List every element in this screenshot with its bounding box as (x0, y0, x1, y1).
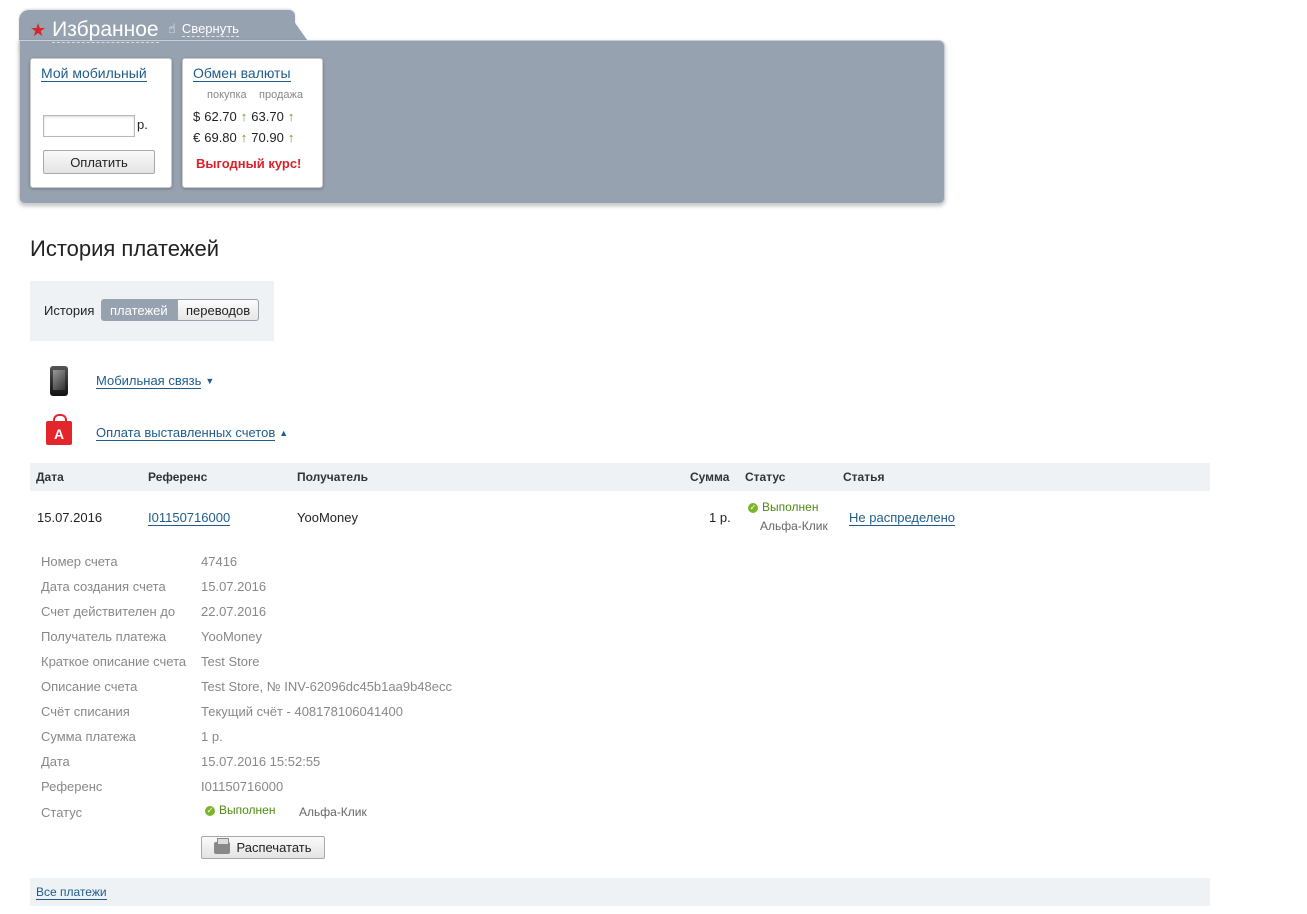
detail-value: 15.07.2016 15:52:55 (201, 754, 321, 769)
currency-exchange-link[interactable]: Обмен валюты (193, 65, 291, 82)
col-status: Статус (745, 470, 786, 484)
currency-symbol: € (193, 130, 201, 145)
detail-value: Текущий счёт - 408178106041400 (201, 704, 403, 719)
amount-input[interactable] (43, 115, 135, 137)
arrow-up-icon: ↑ (240, 130, 248, 145)
category-invoices-label[interactable]: Оплата выставленных счетов (96, 425, 276, 441)
phone-icon (50, 366, 68, 396)
row-status-label: Выполнен (762, 500, 819, 514)
tab-transfers[interactable]: переводов (177, 299, 260, 321)
fx-row-usd: $ 62.70 ↑ 63.70 ↑ (193, 109, 294, 124)
buy-rate: 69.80 (204, 130, 237, 145)
table-header: Дата Референс Получатель Сумма Статус Ст… (30, 463, 1210, 491)
detail-label: Счёт списания (41, 704, 130, 719)
collapse-label: Свернуть (181, 21, 239, 37)
category-invoices[interactable]: A Оплата выставленных счетов ▲ (46, 414, 289, 445)
pay-button[interactable]: Оплатить (43, 150, 155, 174)
row-status: ✓ Выполнен (748, 500, 818, 514)
detail-label: Номер счета (41, 554, 118, 569)
fx-promo: Выгодный курс! (196, 156, 302, 171)
fx-row-eur: € 69.80 ↑ 70.90 ↑ (193, 130, 294, 145)
row-recipient: YooMoney (297, 510, 358, 525)
detail-value: 22.07.2016 (201, 604, 267, 619)
sell-rate: 63.70 (251, 109, 284, 124)
chevron-down-icon: ▼ (205, 376, 215, 386)
category-mobile[interactable]: Мобильная связь ▼ (46, 366, 214, 396)
detail-value: I01150716000 (201, 779, 284, 794)
table-row[interactable]: 15.07.2016 I01150716000 YooMoney 1 р. ✓ В… (30, 492, 1210, 542)
check-icon: ✓ (205, 805, 215, 816)
currency-symbol: $ (193, 109, 201, 124)
detail-value: 47416 (201, 554, 238, 569)
row-status-source: Альфа-Клик (760, 519, 828, 533)
row-amount: 1 р. (709, 510, 731, 525)
footer-bar: Все платежи (30, 878, 1210, 906)
printer-icon (214, 837, 231, 854)
detail-status-source: Альфа-Клик (299, 805, 367, 819)
all-payments-link[interactable]: Все платежи (36, 885, 107, 900)
detail-status: ✓ Выполнен (205, 803, 275, 817)
page-title: История платежей (30, 236, 219, 261)
detail-value: Test Store (201, 654, 260, 669)
switch-label: История (44, 303, 95, 318)
currency-exchange-card: Обмен валюты покупка продажа $ 62.70 ↑ 6… (182, 58, 323, 188)
print-label: Распечатать (236, 840, 312, 855)
detail-status-value: Выполнен (219, 803, 276, 817)
buy-rate: 62.70 (204, 109, 237, 124)
favorites-title-label: Избранное (52, 18, 159, 43)
category-mobile-label[interactable]: Мобильная связь (96, 373, 202, 389)
detail-label: Краткое описание счета (41, 654, 187, 669)
detail-value: 15.07.2016 (201, 579, 267, 594)
fx-sell-header: продажа (259, 89, 303, 101)
col-reference: Референс (148, 470, 208, 484)
print-button[interactable]: Распечатать (201, 836, 325, 859)
row-date: 15.07.2016 (37, 510, 103, 525)
my-mobile-link[interactable]: Мой мобильный (41, 65, 147, 82)
detail-status-label: Статус (41, 805, 83, 820)
hand-icon: ☝ (168, 21, 176, 36)
detail-label: Сумма платежа (41, 729, 136, 744)
tab-payments[interactable]: платежей (101, 299, 177, 321)
fx-buy-header: покупка (207, 89, 247, 101)
favorites-title[interactable]: ★ Избранное (30, 18, 159, 43)
shopping-bag-icon: A (46, 414, 72, 445)
row-reference[interactable]: I01150716000 (148, 510, 231, 526)
detail-label: Счет действителен до (41, 604, 176, 619)
check-icon: ✓ (748, 502, 758, 513)
col-recipient: Получатель (297, 470, 368, 484)
arrow-up-icon: ↑ (287, 130, 295, 145)
history-switch: История платежей переводов (30, 281, 274, 341)
col-amount: Сумма (690, 470, 730, 484)
detail-label: Описание счета (41, 679, 138, 694)
detail-value: 1 р. (201, 729, 223, 744)
detail-value: YooMoney (201, 629, 262, 644)
currency-suffix: р. (137, 117, 148, 132)
col-date: Дата (36, 470, 64, 484)
chevron-up-icon: ▲ (279, 428, 289, 438)
sell-rate: 70.90 (251, 130, 284, 145)
star-icon: ★ (30, 20, 47, 40)
detail-value: Test Store, № INV-62096dc45b1aa9b48ecc (201, 679, 452, 694)
arrow-up-icon: ↑ (240, 109, 248, 124)
detail-label: Дата создания счета (41, 579, 166, 594)
my-mobile-card: Мой мобильный р. Оплатить (30, 58, 172, 188)
detail-label: Получатель платежа (41, 629, 167, 644)
arrow-up-icon: ↑ (287, 109, 295, 124)
col-article: Статья (843, 470, 885, 484)
detail-label: Дата (41, 754, 70, 769)
detail-label: Референс (41, 779, 103, 794)
collapse-button[interactable]: ☝ Свернуть (168, 21, 239, 37)
row-article[interactable]: Не распределено (849, 510, 956, 526)
